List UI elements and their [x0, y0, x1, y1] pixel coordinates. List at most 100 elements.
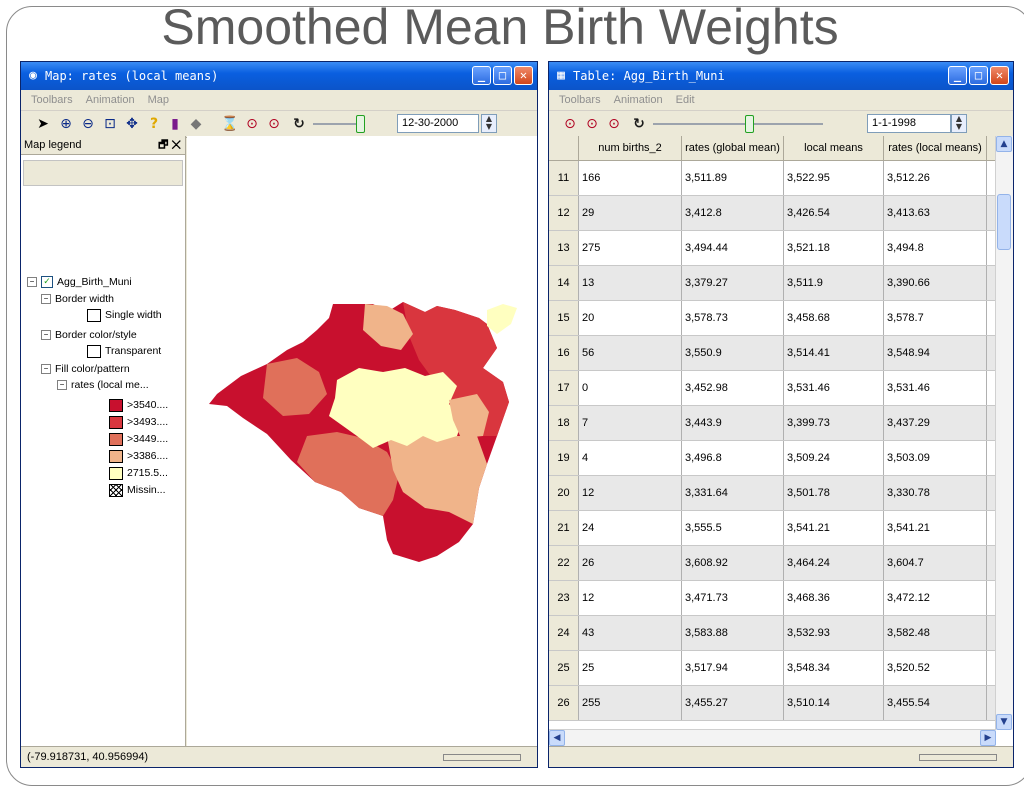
- stop-icon[interactable]: ⊙: [605, 115, 623, 133]
- table-cell[interactable]: 3,468.36: [784, 581, 884, 615]
- maximize-button[interactable]: □: [493, 66, 512, 85]
- table-cell[interactable]: 3,550.9: [682, 336, 784, 370]
- table-cell[interactable]: 24: [579, 511, 682, 545]
- map-window-titlebar[interactable]: ◉ Map: rates (local means) _ □ ✕: [21, 62, 537, 90]
- table-cell[interactable]: 29: [579, 196, 682, 230]
- row-index[interactable]: 12: [549, 196, 579, 230]
- row-index[interactable]: 11: [549, 161, 579, 195]
- table-cell[interactable]: 3,496.8: [682, 441, 784, 475]
- maximize-button[interactable]: □: [969, 66, 988, 85]
- table-cell[interactable]: 3,582.48: [884, 616, 987, 650]
- table-cell[interactable]: 3,331.64: [682, 476, 784, 510]
- eraser-icon[interactable]: ◆: [187, 115, 205, 133]
- book-icon[interactable]: ▮: [167, 115, 183, 133]
- table-window-titlebar[interactable]: ▦ Table: Agg_Birth_Muni _ □ ✕: [549, 62, 1013, 90]
- legend-filter-box[interactable]: [23, 160, 183, 186]
- table-cell[interactable]: 12: [579, 581, 682, 615]
- horizontal-scrollbar[interactable]: ◀ ▶: [549, 729, 996, 747]
- table-cell[interactable]: 3,608.92: [682, 546, 784, 580]
- legend-class-item[interactable]: >3540....: [109, 398, 168, 412]
- table-cell[interactable]: 3,379.27: [682, 266, 784, 300]
- table-row[interactable]: 24 43 3,583.88 3,532.93 3,582.48: [549, 616, 995, 651]
- table-row[interactable]: 23 12 3,471.73 3,468.36 3,472.12: [549, 581, 995, 616]
- legend-close-icon[interactable]: 🗗 ✕: [158, 136, 181, 155]
- table-row[interactable]: 14 13 3,379.27 3,511.9 3,390.66: [549, 266, 995, 301]
- table-row[interactable]: 19 4 3,496.8 3,509.24 3,503.09: [549, 441, 995, 476]
- collapse-icon[interactable]: −: [57, 380, 67, 391]
- layer-checkbox[interactable]: ✓: [41, 276, 53, 289]
- table-cell[interactable]: 56: [579, 336, 682, 370]
- choropleth-map[interactable]: [187, 136, 537, 748]
- help-icon[interactable]: ?: [147, 115, 161, 133]
- pointer-icon[interactable]: ➤: [35, 115, 51, 133]
- menu-map[interactable]: Map: [148, 94, 169, 106]
- table-cell[interactable]: 3,583.88: [682, 616, 784, 650]
- table-cell[interactable]: 3,548.34: [784, 651, 884, 685]
- row-index[interactable]: 24: [549, 616, 579, 650]
- legend-class-item[interactable]: >3449....: [109, 432, 168, 446]
- table-cell[interactable]: 3,578.7: [884, 301, 987, 335]
- close-button[interactable]: ✕: [990, 66, 1009, 85]
- table-row[interactable]: 20 12 3,331.64 3,501.78 3,330.78: [549, 476, 995, 511]
- time-slider[interactable]: [653, 115, 823, 133]
- table-cell[interactable]: 3,514.41: [784, 336, 884, 370]
- scroll-up-icon[interactable]: ▲: [996, 136, 1012, 152]
- table-date-field[interactable]: 1-1-1998: [867, 114, 951, 133]
- zoom-extent-icon[interactable]: ⊡: [101, 115, 119, 133]
- minimize-button[interactable]: _: [948, 66, 967, 85]
- fast-forward-icon[interactable]: ⊙: [583, 115, 601, 133]
- row-index[interactable]: 26: [549, 686, 579, 720]
- border-width-swatch[interactable]: [87, 308, 101, 322]
- play-icon[interactable]: ⊙: [561, 115, 579, 133]
- table-row[interactable]: 12 29 3,412.8 3,426.54 3,413.63: [549, 196, 995, 231]
- refresh-icon[interactable]: ↻: [629, 115, 649, 133]
- collapse-icon[interactable]: −: [27, 277, 37, 288]
- table-cell[interactable]: 3,464.24: [784, 546, 884, 580]
- collapse-icon[interactable]: −: [41, 364, 51, 375]
- refresh-icon[interactable]: ↻: [289, 115, 309, 133]
- table-row[interactable]: 11 166 3,511.89 3,522.95 3,512.26: [549, 161, 995, 196]
- table-cell[interactable]: 43: [579, 616, 682, 650]
- class-color-swatch[interactable]: [109, 432, 123, 446]
- table-cell[interactable]: 12: [579, 476, 682, 510]
- table-cell[interactable]: 3,455.27: [682, 686, 784, 720]
- table-cell[interactable]: 3,510.14: [784, 686, 884, 720]
- table-cell[interactable]: 3,443.9: [682, 406, 784, 440]
- table-cell[interactable]: 3,437.29: [884, 406, 987, 440]
- table-cell[interactable]: 275: [579, 231, 682, 265]
- pan-icon[interactable]: ✥: [123, 115, 141, 133]
- row-index[interactable]: 18: [549, 406, 579, 440]
- menu-toolbars[interactable]: Toolbars: [31, 94, 73, 106]
- row-index[interactable]: 19: [549, 441, 579, 475]
- collapse-icon[interactable]: −: [41, 330, 51, 341]
- table-cell[interactable]: 3,521.18: [784, 231, 884, 265]
- class-color-swatch[interactable]: [109, 415, 123, 429]
- slider-thumb[interactable]: [356, 115, 365, 133]
- table-cell[interactable]: 3,531.46: [884, 371, 987, 405]
- row-index[interactable]: 23: [549, 581, 579, 615]
- table-cell[interactable]: 3,501.78: [784, 476, 884, 510]
- date-spinner[interactable]: ▲ ▼: [481, 114, 497, 133]
- table-cell[interactable]: 3,555.5: [682, 511, 784, 545]
- table-cell[interactable]: 3,604.7: [884, 546, 987, 580]
- table-cell[interactable]: 3,472.12: [884, 581, 987, 615]
- table-cell[interactable]: 3,511.89: [682, 161, 784, 195]
- close-button[interactable]: ✕: [514, 66, 533, 85]
- table-row[interactable]: 26 255 3,455.27 3,510.14 3,455.54: [549, 686, 995, 721]
- table-cell[interactable]: 3,511.9: [784, 266, 884, 300]
- play-icon[interactable]: ⊙: [243, 115, 261, 133]
- table-cell[interactable]: 3,541.21: [784, 511, 884, 545]
- table-row[interactable]: 21 24 3,555.5 3,541.21 3,541.21: [549, 511, 995, 546]
- table-cell[interactable]: 3,494.8: [884, 231, 987, 265]
- hourglass-icon[interactable]: ⌛: [221, 115, 239, 133]
- collapse-icon[interactable]: −: [41, 294, 51, 305]
- table-cell[interactable]: 3,531.46: [784, 371, 884, 405]
- table-cell[interactable]: 3,548.94: [884, 336, 987, 370]
- date-spinner[interactable]: ▲ ▼: [951, 114, 967, 133]
- table-cell[interactable]: 3,494.44: [682, 231, 784, 265]
- column-header[interactable]: num births_2: [579, 136, 682, 160]
- table-row[interactable]: 15 20 3,578.73 3,458.68 3,578.7: [549, 301, 995, 336]
- table-row[interactable]: 22 26 3,608.92 3,464.24 3,604.7: [549, 546, 995, 581]
- stop-icon[interactable]: ⊙: [265, 115, 283, 133]
- row-index[interactable]: 25: [549, 651, 579, 685]
